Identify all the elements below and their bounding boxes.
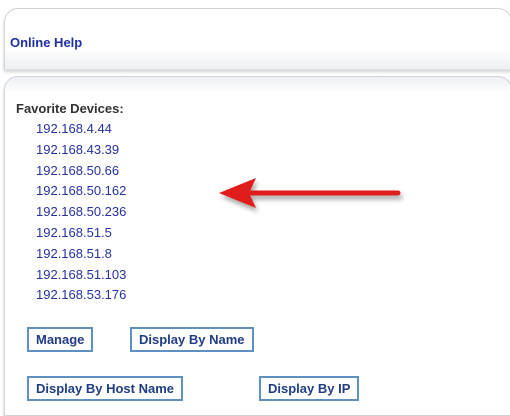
red-arrow-annotation-icon	[219, 178, 401, 208]
